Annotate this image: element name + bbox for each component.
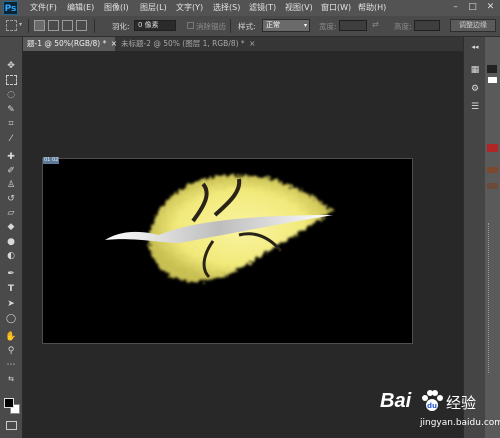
blur-tool-icon[interactable]: ● <box>4 235 18 248</box>
intersect-selection-icon[interactable] <box>76 20 87 31</box>
width-input[interactable] <box>339 20 367 31</box>
subtract-from-selection-icon[interactable] <box>62 20 73 31</box>
quick-selection-tool-icon[interactable]: ✎ <box>4 103 18 116</box>
panel-swatch-brown[interactable] <box>487 167 498 173</box>
crop-tool-icon[interactable]: ⌗ <box>4 117 18 130</box>
divider <box>28 19 29 33</box>
antialias-label: 消除锯齿 <box>196 22 226 31</box>
document-canvas[interactable] <box>42 158 413 344</box>
menu-view[interactable]: 视图(V) <box>285 2 313 13</box>
feather-label: 羽化: <box>112 22 130 31</box>
new-selection-icon[interactable] <box>34 20 45 31</box>
divider <box>230 19 231 33</box>
height-input[interactable] <box>414 20 440 31</box>
panel-swatch[interactable] <box>488 77 497 83</box>
dodge-tool-icon[interactable]: ◐ <box>4 249 18 262</box>
swap-colors-icon[interactable]: ⇆ <box>4 372 18 385</box>
style-select-value: 正常 <box>266 21 280 29</box>
panel-swatch-red[interactable] <box>487 144 498 152</box>
panel-strip <box>485 37 500 438</box>
width-label: 宽度: <box>319 22 337 31</box>
style-select[interactable]: 正常 ▾ <box>262 19 310 32</box>
rect-marquee-tool-preset-icon[interactable] <box>6 20 17 31</box>
foreground-color-swatch[interactable] <box>4 398 14 408</box>
jingyan-logo-text: 经验 <box>446 394 477 412</box>
document-tab-bar: 题-1 @ 50%(RGB/8) * × 未标题-2 @ 50% (图层 1, … <box>23 37 463 51</box>
menu-help[interactable]: 帮助(H) <box>358 2 386 13</box>
tools-panel: ✥ ◌ ✎ ⌗ ⁄ ✚ ✐ ♙ ↺ ▱ ◆ ● ◐ ✒ T ➤ ◯ ✋ ⚲ ⋯ … <box>0 37 23 438</box>
pen-tool-icon[interactable]: ✒ <box>4 267 18 280</box>
brush-tool-icon[interactable]: ✐ <box>4 164 18 177</box>
menu-edit[interactable]: 编辑(E) <box>67 2 94 13</box>
paint-bucket-tool-icon[interactable]: ◆ <box>4 220 18 233</box>
menu-select[interactable]: 选择(S) <box>213 2 240 13</box>
panel-swatch[interactable] <box>487 65 497 73</box>
type-tool-icon[interactable]: T <box>4 282 18 295</box>
healing-brush-tool-icon[interactable]: ✚ <box>4 150 18 163</box>
zoom-tool-icon[interactable]: ⚲ <box>4 344 18 357</box>
baidu-logo-text: Bai <box>380 390 412 412</box>
maximize-button[interactable]: □ <box>466 1 479 14</box>
menu-bar: Ps 文件(F) 编辑(E) 图像(I) 图层(L) 文字(Y) 选择(S) 滤… <box>0 0 500 16</box>
adjustments-panel-icon[interactable]: ☰ <box>469 101 481 113</box>
close-button[interactable]: ✕ <box>484 1 497 14</box>
document-tab-2[interactable]: 未标题-2 @ 50% (图层 1, RGB/8) * × <box>117 37 267 51</box>
menu-file[interactable]: 文件(F) <box>30 2 57 13</box>
history-panel-icon[interactable]: ▦ <box>469 64 481 76</box>
options-bar: ▾ 羽化: 0 像素 消除锯齿 样式: 正常 ▾ 宽度: ⇄ 高度: 调整边缘 <box>0 16 500 37</box>
eraser-tool-icon[interactable]: ▱ <box>4 206 18 219</box>
panel-swatch-brown[interactable] <box>487 183 498 189</box>
move-tool-icon[interactable]: ✥ <box>4 59 18 72</box>
paw-icon: du <box>422 390 443 411</box>
style-label: 样式: <box>238 22 256 31</box>
clone-stamp-tool-icon[interactable]: ♙ <box>4 178 18 191</box>
eyedropper-tool-icon[interactable]: ⁄ <box>4 132 18 145</box>
menu-filter[interactable]: 滤镜(T) <box>249 2 276 13</box>
quick-mask-icon[interactable] <box>4 419 18 432</box>
svg-text:du: du <box>427 402 437 410</box>
lasso-tool-icon[interactable]: ◌ <box>4 88 18 101</box>
feather-input[interactable]: 0 像素 <box>134 20 176 31</box>
feather-artwork <box>105 174 333 282</box>
more-tools-icon[interactable]: ⋯ <box>4 358 18 371</box>
tab-label: 题-1 @ 50%(RGB/8) * <box>27 39 107 48</box>
collapse-panels-icon[interactable]: ◂◂ <box>469 41 481 53</box>
document-tab-1[interactable]: 题-1 @ 50%(RGB/8) * × <box>23 37 117 51</box>
hand-tool-icon[interactable]: ✋ <box>4 330 18 343</box>
minimize-button[interactable]: – <box>449 1 462 14</box>
divider <box>94 19 95 33</box>
tab-label: 未标题-2 @ 50% (图层 1, RGB/8) * <box>121 39 245 48</box>
antialias-checkbox[interactable] <box>187 22 194 29</box>
refine-edge-button[interactable]: 调整边缘 <box>450 19 496 32</box>
close-tab-icon[interactable]: × <box>249 39 255 48</box>
height-label: 高度: <box>394 22 412 31</box>
baidu-jingyan-watermark: Bai du 经验 jingyan.baidu.com <box>380 388 500 434</box>
photoshop-logo: Ps <box>3 1 18 15</box>
path-selection-tool-icon[interactable]: ➤ <box>4 297 18 310</box>
add-to-selection-icon[interactable] <box>48 20 59 31</box>
panel-content <box>488 223 498 373</box>
menu-window[interactable]: 窗口(W) <box>321 2 351 13</box>
menu-layer[interactable]: 图层(L) <box>140 2 167 13</box>
menu-image[interactable]: 图像(I) <box>104 2 129 13</box>
canvas-corner-indicator: 01 02 <box>43 157 60 164</box>
panel-dock: ◂◂ ▦ ⚙ ☰ <box>463 37 485 438</box>
history-brush-tool-icon[interactable]: ↺ <box>4 192 18 205</box>
chevron-down-icon: ▾ <box>303 22 307 29</box>
chevron-down-icon[interactable]: ▾ <box>19 21 22 28</box>
menu-type[interactable]: 文字(Y) <box>176 2 203 13</box>
swap-icon[interactable]: ⇄ <box>372 20 379 29</box>
rect-marquee-tool-icon[interactable] <box>4 73 18 86</box>
watermark-url: jingyan.baidu.com <box>420 418 500 428</box>
rectangle-shape-tool-icon[interactable]: ◯ <box>4 312 18 325</box>
properties-panel-icon[interactable]: ⚙ <box>469 83 481 95</box>
